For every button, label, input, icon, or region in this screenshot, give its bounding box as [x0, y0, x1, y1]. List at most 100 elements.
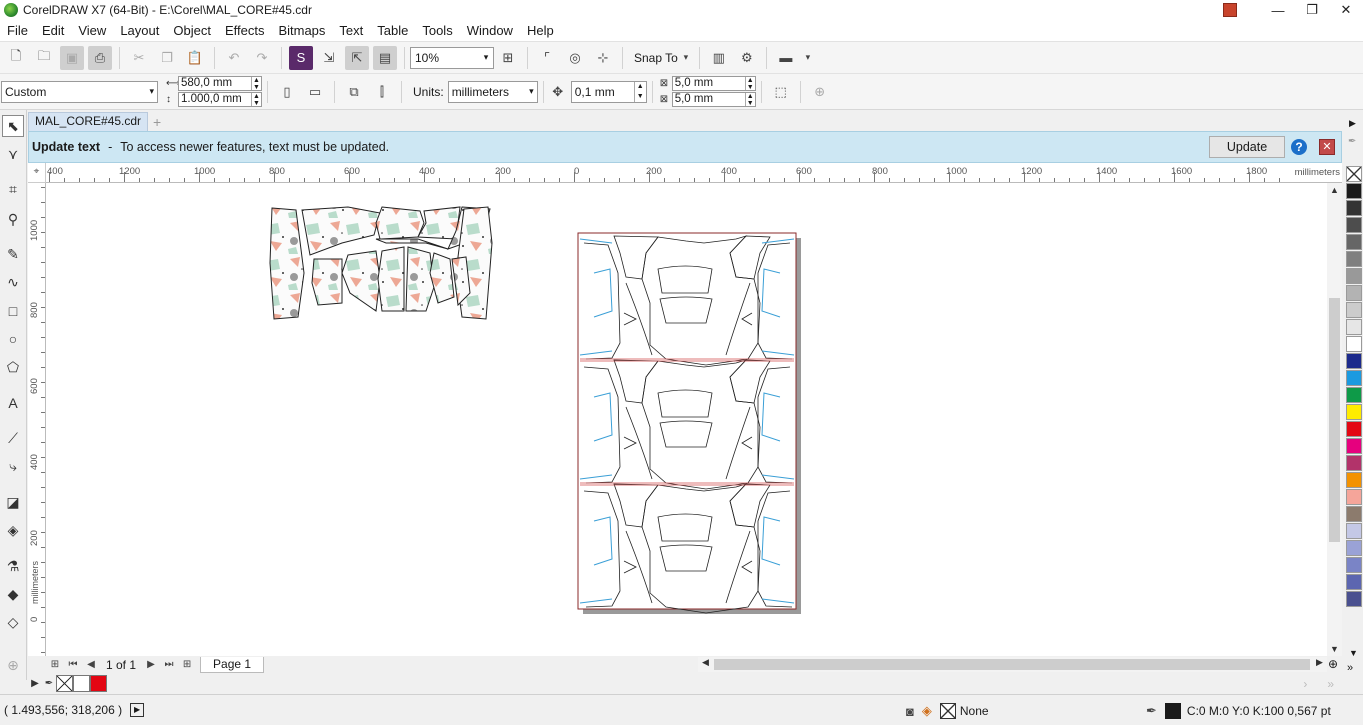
palette-eyedropper-icon[interactable]: ✒	[42, 678, 56, 689]
color-swatch[interactable]	[1346, 523, 1362, 539]
color-swatch[interactable]	[1346, 200, 1362, 216]
color-swatch[interactable]	[1346, 540, 1362, 556]
previous-page-icon[interactable]: ◀	[82, 659, 100, 670]
color-swatch[interactable]	[1346, 166, 1362, 182]
spinner-icon[interactable]: ▲ ▼	[251, 93, 261, 107]
menu-layout[interactable]: Layout	[113, 23, 166, 38]
outline-color-swatch[interactable]	[1164, 703, 1181, 719]
show-rulers-icon[interactable]: ⌜	[535, 46, 559, 70]
color-swatch[interactable]	[1346, 370, 1362, 386]
color-swatch[interactable]	[1346, 336, 1362, 352]
eyedropper-tool-icon[interactable]: ⚗	[2, 555, 24, 577]
color-swatch[interactable]	[1346, 506, 1362, 522]
horizontal-scroll-thumb[interactable]	[714, 659, 1310, 670]
polygon-tool-icon[interactable]: ⬠	[2, 356, 24, 378]
palette-eyedropper-icon[interactable]: ✒	[1348, 136, 1356, 147]
save-icon[interactable]: ▣	[60, 45, 84, 70]
play-icon[interactable]: ▶	[130, 703, 145, 717]
dimension-tool-icon[interactable]: ⟋	[2, 427, 24, 449]
color-swatch[interactable]	[1346, 455, 1362, 471]
copy-icon[interactable]: ❐	[155, 46, 179, 70]
shape-tool-icon[interactable]: ⋎	[2, 143, 24, 165]
print-icon[interactable]: ⎙	[88, 45, 112, 70]
landscape-orientation-icon[interactable]: ▭	[303, 80, 327, 104]
color-swatch[interactable]	[1346, 302, 1362, 318]
vertical-scrollbar[interactable]: ▲ ▼	[1327, 183, 1342, 656]
menu-effects[interactable]: Effects	[218, 23, 272, 38]
menu-object[interactable]: Object	[166, 23, 218, 38]
ellipse-tool-icon[interactable]: ○	[2, 328, 24, 350]
current-page-icon[interactable]: ⫿	[370, 80, 394, 104]
color-swatch[interactable]	[1346, 183, 1362, 199]
menu-table[interactable]: Table	[370, 23, 415, 38]
color-swatch[interactable]	[1346, 438, 1362, 454]
paste-icon[interactable]: 📋	[183, 46, 207, 70]
color-swatch[interactable]	[1346, 404, 1362, 420]
menu-help[interactable]: Help	[520, 23, 561, 38]
connector-tool-icon[interactable]: ⤷	[2, 455, 24, 477]
page-width-field[interactable]: 580,0 mm ▲ ▼	[178, 76, 262, 91]
portrait-orientation-icon[interactable]: ▯	[275, 80, 299, 104]
help-icon[interactable]: ?	[1291, 139, 1307, 155]
units-select[interactable]: millimeters ▾	[447, 80, 538, 103]
color-swatch[interactable]	[1346, 421, 1362, 437]
ruler-origin-icon[interactable]: ⌖	[28, 163, 46, 183]
menu-bitmaps[interactable]: Bitmaps	[271, 23, 332, 38]
menu-tools[interactable]: Tools	[415, 23, 459, 38]
page-count[interactable]: 1 of 1	[106, 658, 136, 672]
color-swatch[interactable]	[1346, 285, 1362, 301]
color-swatch[interactable]	[1346, 387, 1362, 403]
redo-icon[interactable]: ↷	[250, 46, 274, 70]
color-swatch[interactable]	[1346, 234, 1362, 250]
rectangle-tool-icon[interactable]: □	[2, 300, 24, 322]
snap-indicator-icon[interactable]: ◙	[906, 704, 914, 719]
freehand-tool-icon[interactable]: ✎	[2, 243, 24, 265]
first-page-icon[interactable]: ⏮	[64, 659, 82, 670]
show-grid-icon[interactable]: ⊹	[591, 46, 615, 70]
page-height-field[interactable]: 1.000,0 mm ▲ ▼	[178, 92, 262, 107]
artistic-media-tool-icon[interactable]: ∿	[2, 271, 24, 293]
scroll-left-icon[interactable]: ◀	[698, 657, 713, 668]
last-page-icon[interactable]: ⏭	[160, 659, 178, 670]
options-icon[interactable]: ⚙	[735, 46, 759, 70]
menu-view[interactable]: View	[71, 23, 113, 38]
add-tool-icon[interactable]: ⊕	[2, 654, 24, 676]
zoom-fit-icon[interactable]: ⊞	[496, 46, 520, 70]
white-swatch[interactable]	[73, 675, 90, 692]
menu-window[interactable]: Window	[460, 23, 520, 38]
horizontal-ruler[interactable]: millimeters 400 1200 1000 800 600 400 200 0 200 4…	[46, 163, 1342, 183]
scroll-up-icon[interactable]: ▲	[1327, 185, 1342, 195]
welcome-screen-icon[interactable]: ▬	[774, 46, 798, 70]
fill-bucket-icon[interactable]: ◈	[922, 703, 932, 719]
menu-file[interactable]: File	[0, 23, 35, 38]
palette-scroll-right-icon[interactable]: ›	[1303, 677, 1307, 691]
spinner-icon[interactable]: ▲ ▼	[744, 77, 755, 91]
palette-scroll-down-icon[interactable]: ▼	[1349, 648, 1358, 658]
zoom-icon[interactable]: ⊕	[1328, 657, 1338, 671]
update-button[interactable]: Update	[1209, 136, 1285, 158]
new-tab-icon[interactable]: +	[148, 114, 166, 131]
add-page-after-icon[interactable]: ⊞	[178, 659, 196, 670]
add-page-before-icon[interactable]: ⊞	[46, 659, 64, 670]
corel-connect-icon[interactable]: S	[289, 45, 313, 70]
export-icon[interactable]: ⇱	[345, 45, 369, 70]
drop-shadow-tool-icon[interactable]: ◪	[2, 491, 24, 513]
show-guidelines-icon[interactable]: ◎	[563, 46, 587, 70]
new-document-icon[interactable]: 🗋	[4, 46, 28, 70]
publish-pdf-icon[interactable]: ▤	[373, 45, 397, 70]
snap-to-dropdown[interactable]: Snap To	[634, 51, 678, 65]
color-swatch[interactable]	[1346, 319, 1362, 335]
color-swatch[interactable]	[1346, 268, 1362, 284]
duplicate-y-field[interactable]: 5,0 mm ▲ ▼	[671, 92, 756, 107]
treat-as-filled-icon[interactable]: ⬚	[769, 80, 793, 104]
zoom-level-select[interactable]: 10% ▾	[410, 46, 494, 69]
color-swatch[interactable]	[1346, 217, 1362, 233]
next-page-icon[interactable]: ▶	[142, 659, 160, 670]
color-swatch[interactable]	[1346, 557, 1362, 573]
color-swatch[interactable]	[1346, 489, 1362, 505]
palette-expand-icon[interactable]: »	[1347, 662, 1353, 674]
scroll-down-icon[interactable]: ▼	[1327, 644, 1342, 654]
vertical-ruler[interactable]: millimeters 1000 800 600 400 200 0	[28, 183, 46, 656]
user-account-icon[interactable]	[1223, 3, 1237, 17]
import-icon[interactable]: ⇲	[317, 46, 341, 70]
